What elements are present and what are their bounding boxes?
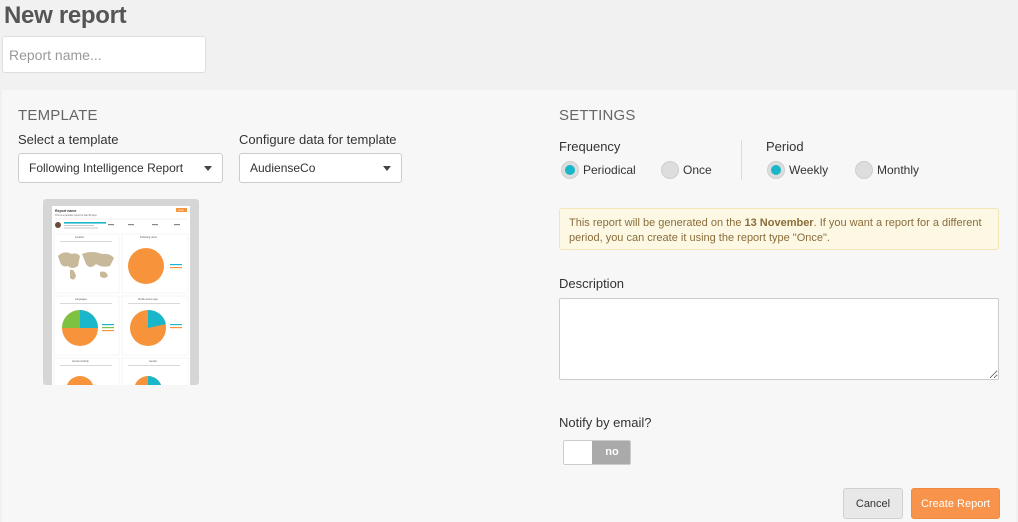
preview-card-languages: Languages [53,295,120,356]
template-select[interactable]: Following Intelligence Report [18,153,223,183]
radio-unchecked-icon [661,161,679,179]
preview-headline-bar [64,222,106,224]
frequency-label: Frequency [559,139,621,154]
radio-weekly-label: Weekly [789,163,829,177]
preview-avatar [55,222,61,228]
configure-data-select[interactable]: AudienseCo [239,153,402,183]
preview-stat [108,224,114,226]
radio-periodical-label: Periodical [583,163,636,177]
preview-card-location: Location [53,233,120,294]
preview-card-profile-source: Profile source type [121,295,189,356]
description-textarea[interactable] [559,298,999,380]
cancel-button[interactable]: Cancel [843,488,903,519]
preview-card-gender: Gender [121,357,189,385]
radio-unchecked-icon [855,161,873,179]
template-preview: Report name This is a periodic report fo… [43,199,199,385]
chevron-down-icon [383,166,391,171]
generation-notice: This report will be generated on the 13 … [559,208,999,250]
notify-toggle[interactable]: no [563,440,631,465]
preview-stat [128,224,134,226]
configure-data-label: Configure data for template [239,132,397,147]
create-report-button[interactable]: Create Report [911,488,1000,519]
chevron-down-icon [204,166,212,171]
template-preview-page: Report name This is a periodic report fo… [52,206,190,385]
page-title: New report [4,2,127,29]
notice-date: 13 November [744,217,814,229]
svg-text:Gender: Gender [149,360,157,363]
radio-monthly-label: Monthly [877,163,920,177]
notify-label: Notify by email? [559,415,652,430]
preview-send-label: SEND [178,210,184,212]
description-label: Description [559,276,625,291]
preview-title: Report name [55,209,76,213]
preview-text-bar [64,227,98,229]
notice-text-start: This report will be generated on the [569,217,745,229]
radio-checked-icon [561,161,579,179]
svg-text:Profile source type: Profile source type [138,298,158,301]
svg-text:Location: Location [75,236,85,239]
report-name-input[interactable] [2,36,206,73]
preview-subtitle: This is a periodic report for last 30 da… [55,214,98,217]
svg-text:Languages: Languages [75,298,88,301]
template-preview-graphic: Report name This is a periodic report fo… [53,208,189,385]
settings-panel: TEMPLATE Select a template Following Int… [2,90,1016,522]
radio-once-label: Once [683,163,712,177]
select-template-label: Select a template [18,132,119,147]
svg-text:Following Users: Following Users [140,236,158,239]
preview-text-bar [64,225,94,226]
preview-stat [152,224,158,226]
toggle-knob [564,441,592,464]
template-heading: TEMPLATE [18,107,98,124]
template-select-value: Following Intelligence Report [29,161,184,175]
configure-data-value: AudienseCo [250,161,316,175]
frequency-period-divider [741,140,742,180]
period-label: Period [766,139,804,154]
preview-card-following-users: Following Users [121,233,189,294]
radio-checked-icon [767,161,785,179]
settings-heading: SETTINGS [559,107,636,124]
preview-card-account-activity: Account Activity [53,357,120,385]
svg-text:Account Activity: Account Activity [72,360,90,363]
preview-stat [174,224,180,226]
toggle-state-label: no [592,441,630,464]
